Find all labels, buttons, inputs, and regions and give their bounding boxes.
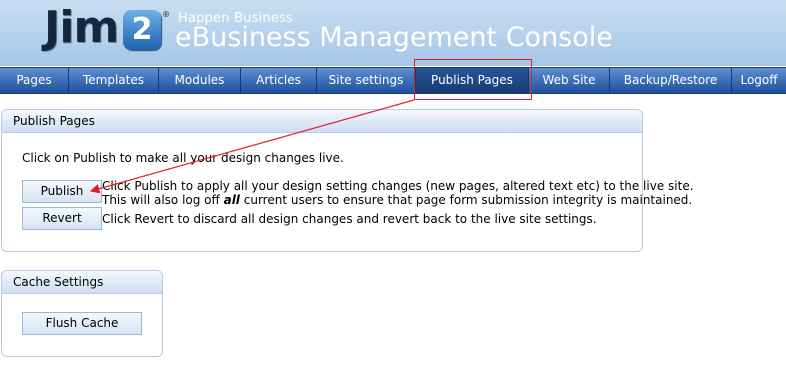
publish-intro-text: Click on Publish to make all your design… xyxy=(22,151,344,165)
publish-desc-emphasis: all xyxy=(223,193,240,207)
publish-desc-post: current users to ensure that page form s… xyxy=(239,193,693,207)
panel-title: Publish Pages xyxy=(2,110,642,133)
revert-description: Click Revert to discard all design chang… xyxy=(102,212,597,226)
registered-mark: ® xyxy=(162,10,170,19)
publish-description-line2: This will also log off all current users… xyxy=(102,193,692,207)
nav-site-settings[interactable]: Site settings xyxy=(317,68,416,93)
logo-number-badge: 2 xyxy=(123,10,161,50)
panel-title: Cache Settings xyxy=(2,271,162,294)
nav-modules[interactable]: Modules xyxy=(159,68,241,93)
flush-cache-button[interactable]: Flush Cache xyxy=(22,312,142,335)
nav-templates[interactable]: Templates xyxy=(69,68,159,93)
annotation-highlight-box xyxy=(414,59,532,100)
nav-logoff[interactable]: Logoff xyxy=(732,68,786,93)
revert-button[interactable]: Revert xyxy=(22,207,102,230)
publish-description-line1: Click Publish to apply all your design s… xyxy=(102,179,694,193)
nav-backup-restore[interactable]: Backup/Restore xyxy=(610,68,732,93)
jim2-logo: Jim xyxy=(44,2,119,53)
app-header: Jim 2 ® Happen Business eBusiness Manage… xyxy=(0,0,786,66)
publish-button[interactable]: Publish xyxy=(22,180,102,203)
nav-pages[interactable]: Pages xyxy=(0,68,69,93)
main-nav: Pages Templates Modules Articles Site se… xyxy=(0,67,786,94)
publish-desc-pre: This will also log off xyxy=(102,193,224,207)
app-title: eBusiness Management Console xyxy=(175,22,613,53)
nav-web-site[interactable]: Web Site xyxy=(529,68,610,93)
nav-articles[interactable]: Articles xyxy=(241,68,317,93)
